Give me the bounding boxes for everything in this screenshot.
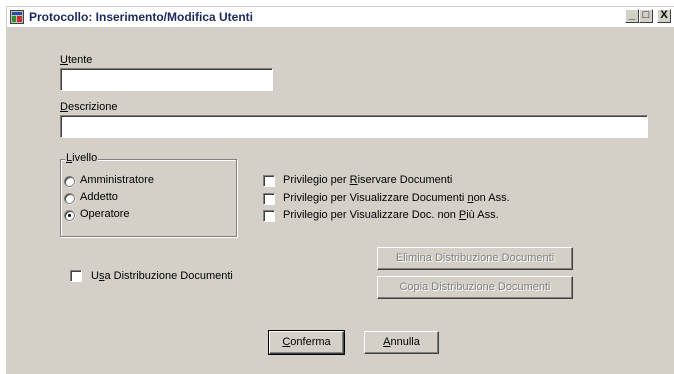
radio-amministratore-label: Amministratore: [80, 174, 154, 186]
checkbox-usa-distribuzione[interactable]: [70, 270, 82, 282]
elimina-distribuzione-button[interactable]: Elimina Distribuzione Documenti: [377, 247, 573, 270]
annulla-button[interactable]: Annulla: [364, 331, 439, 354]
minimize-button[interactable]: _: [625, 9, 639, 23]
privilegio-riservare-label: Privilegio per Riservare Documenti: [283, 174, 453, 186]
livello-legend: Livello: [65, 152, 99, 164]
conferma-button[interactable]: Conferma: [268, 330, 345, 355]
privilegio-visualizzare-non-piu-ass-label: Privilegio per Visualizzare Doc. non Più…: [283, 209, 499, 221]
dialog-window: Protocollo: Inserimento/Modifica Utenti …: [6, 6, 674, 374]
window-title: Protocollo: Inserimento/Modifica Utenti: [29, 10, 254, 24]
utente-input[interactable]: [60, 68, 273, 91]
title-bar[interactable]: Protocollo: Inserimento/Modifica Utenti …: [7, 7, 674, 27]
radio-operatore[interactable]: [64, 210, 75, 221]
close-button[interactable]: X: [657, 9, 671, 23]
checkbox-privilegio-visualizzare-non-piu-ass[interactable]: [263, 210, 275, 222]
descrizione-input[interactable]: [60, 115, 648, 138]
utente-label: Utente: [60, 54, 93, 66]
radio-operatore-label: Operatore: [80, 208, 130, 220]
radio-addetto-label: Addetto: [80, 191, 118, 203]
checkbox-privilegio-riservare[interactable]: [263, 175, 275, 187]
radio-amministratore[interactable]: [64, 176, 75, 187]
privilegio-visualizzare-non-ass-label: Privilegio per Visualizzare Documenti no…: [283, 192, 510, 204]
copia-distribuzione-button[interactable]: Copia Distribuzione Documenti: [377, 276, 573, 299]
maximize-button[interactable]: □: [639, 9, 653, 23]
checkbox-privilegio-visualizzare-non-ass[interactable]: [263, 193, 275, 205]
usa-distribuzione-label: Usa Distribuzione Documenti: [91, 270, 233, 282]
app-window-icon[interactable]: [10, 10, 24, 24]
radio-addetto[interactable]: [64, 193, 75, 204]
descrizione-label: Descrizione: [60, 101, 118, 113]
